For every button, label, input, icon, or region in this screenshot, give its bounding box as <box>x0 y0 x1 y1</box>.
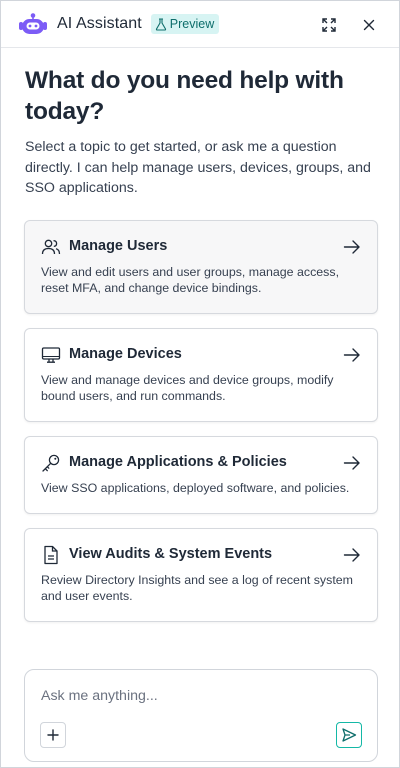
close-icon <box>363 19 375 31</box>
intro-text: Select a topic to get started, or ask me… <box>25 139 371 196</box>
card-description: Review Directory Insights and see a log … <box>41 573 353 603</box>
arrow-right-icon <box>343 238 361 256</box>
monitor-icon <box>41 345 61 365</box>
plus-icon <box>47 729 59 741</box>
add-attachment-button[interactable] <box>40 722 66 748</box>
expand-button[interactable] <box>319 15 339 35</box>
flask-icon <box>155 17 166 31</box>
card-title: View Audits & System Events <box>69 546 273 562</box>
preview-badge: Preview <box>150 14 220 34</box>
arrow-right-icon <box>343 546 361 564</box>
send-button[interactable] <box>336 722 362 748</box>
topic-card-manage-devices[interactable]: Manage Devices View and manage devices a… <box>24 328 378 422</box>
card-title: Manage Devices <box>69 346 182 362</box>
chat-input[interactable] <box>41 686 361 706</box>
card-title: Manage Users <box>69 238 168 254</box>
app-title: AI Assistant <box>57 15 142 32</box>
preview-badge-label: Preview <box>169 17 215 31</box>
users-icon <box>41 237 61 257</box>
arrow-right-icon <box>343 454 361 472</box>
expand-icon <box>322 18 336 32</box>
robot-head-icon <box>17 12 49 36</box>
assistant-panel: AI Assistant Preview What do you need he… <box>0 0 400 768</box>
arrow-right-icon <box>343 346 361 364</box>
send-icon <box>342 728 357 742</box>
document-icon <box>41 545 61 565</box>
card-description: View SSO applications, deployed software… <box>41 481 350 495</box>
message-composer <box>24 669 378 762</box>
topic-card-view-audits[interactable]: View Audits & System Events Review Direc… <box>24 528 378 622</box>
card-description: View and edit users and user groups, man… <box>41 265 340 295</box>
card-description: View and manage devices and device group… <box>41 373 334 403</box>
topic-card-manage-applications[interactable]: Manage Applications & Policies View SSO … <box>24 436 378 514</box>
card-title: Manage Applications & Policies <box>69 454 287 470</box>
page-heading: What do you need help with today? <box>25 67 344 125</box>
key-icon <box>41 453 61 473</box>
close-button[interactable] <box>359 15 379 35</box>
topic-card-manage-users[interactable]: Manage Users View and edit users and use… <box>24 220 378 314</box>
panel-header: AI Assistant Preview <box>1 1 399 48</box>
